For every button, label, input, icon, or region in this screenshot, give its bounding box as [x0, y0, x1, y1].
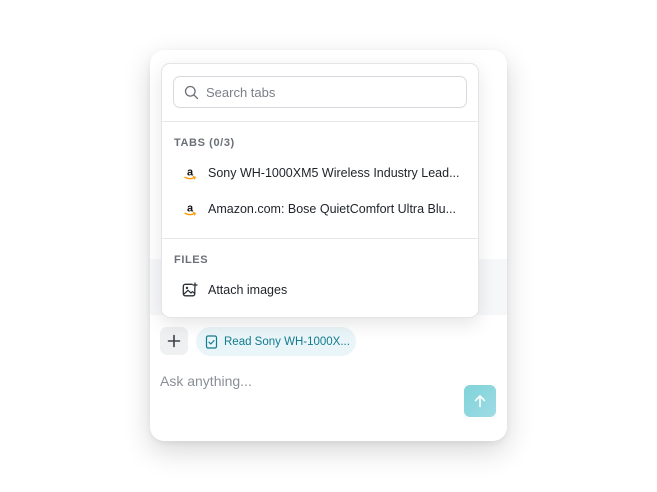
divider — [162, 121, 478, 122]
page-check-icon — [205, 334, 218, 349]
amazon-icon: a — [184, 167, 196, 180]
tab-picker-popover: TABS (0/3) a Sony WH-1000XM5 Wireless In… — [161, 63, 479, 318]
tab-item-label: Sony WH-1000XM5 Wireless Industry Lead..… — [208, 166, 460, 180]
image-plus-icon — [182, 282, 198, 297]
add-button[interactable] — [160, 327, 188, 355]
attach-images-item[interactable]: Attach images — [166, 275, 474, 305]
attach-images-label: Attach images — [208, 283, 288, 297]
search-icon — [184, 85, 199, 100]
files-section-label: FILES — [174, 254, 209, 266]
search-box — [173, 76, 467, 108]
arrow-up-icon — [474, 395, 486, 408]
tab-item[interactable]: a Amazon.com: Bose QuietComfort Ultra Bl… — [166, 194, 474, 224]
ask-input[interactable] — [160, 371, 450, 391]
tab-item[interactable]: a Sony WH-1000XM5 Wireless Industry Lead… — [166, 158, 474, 188]
send-button[interactable] — [464, 385, 496, 417]
context-chip-label: Read Sony WH-1000X... — [224, 335, 350, 348]
tab-item-label: Amazon.com: Bose QuietComfort Ultra Blu.… — [208, 202, 457, 216]
tabs-section-label: TABS (0/3) — [174, 137, 235, 149]
divider — [162, 238, 478, 239]
search-input[interactable] — [206, 77, 461, 107]
context-chip[interactable]: Read Sony WH-1000X... — [196, 327, 356, 356]
stage: Read Sony WH-1000X... TABS (0/3) a — [0, 0, 657, 492]
amazon-icon: a — [184, 203, 196, 216]
plus-icon — [167, 334, 181, 348]
